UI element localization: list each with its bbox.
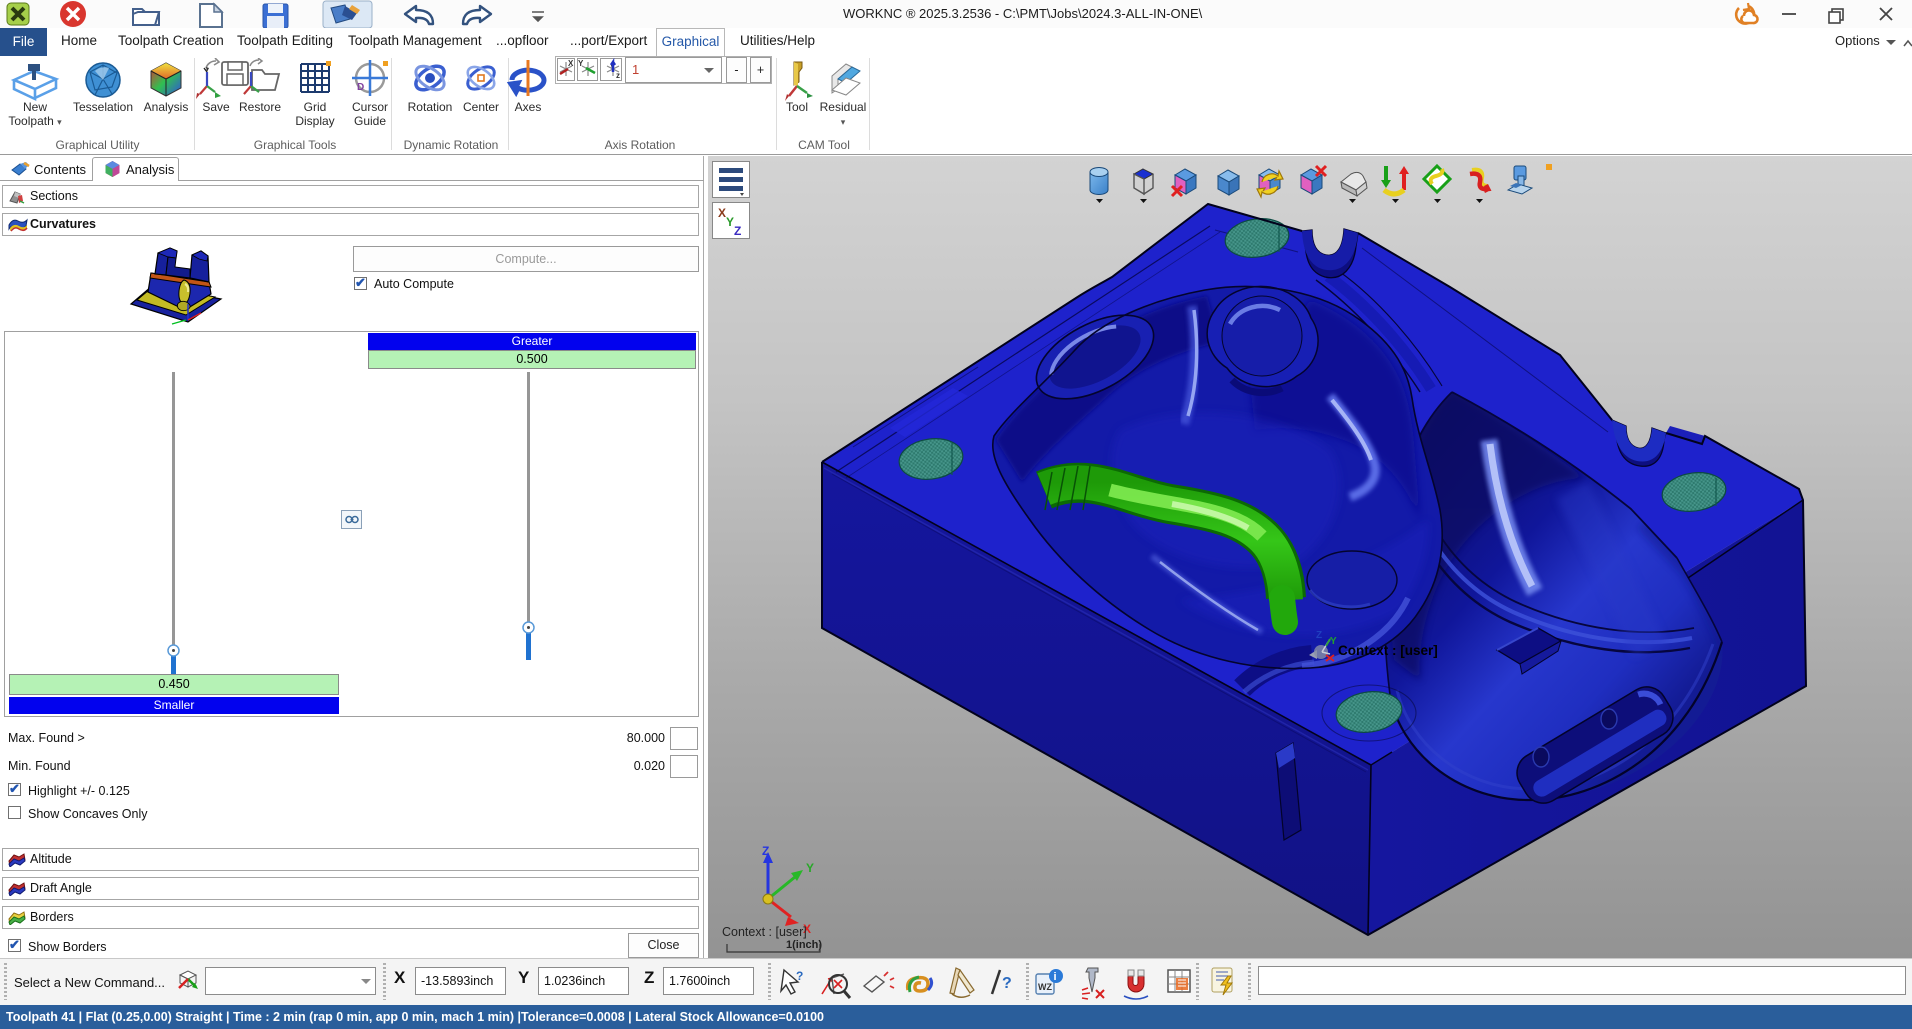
svg-text:Context : [user]: Context : [user]	[722, 925, 807, 939]
svg-text:Y: Y	[726, 215, 734, 229]
svg-text:Z: Z	[1316, 630, 1322, 641]
svg-text:D: D	[357, 82, 364, 93]
svg-text:Y: Y	[806, 861, 814, 875]
svg-text:Z: Z	[734, 224, 741, 238]
svg-text:Y: Y	[578, 59, 584, 68]
svg-text:WZ: WZ	[1038, 982, 1052, 992]
svg-text:X: X	[718, 206, 726, 220]
svg-text:?: ?	[1002, 975, 1012, 992]
svg-text:X: X	[568, 59, 574, 68]
svg-text:?: ?	[796, 969, 803, 983]
svg-text:z: z	[616, 71, 620, 80]
svg-text:i: i	[1054, 971, 1057, 983]
svg-text:Context : [user]: Context : [user]	[1338, 643, 1438, 658]
svg-text:Z: Z	[762, 844, 769, 858]
svg-text:Y: Y	[1330, 636, 1337, 647]
svg-text:1(inch): 1(inch)	[786, 939, 822, 951]
